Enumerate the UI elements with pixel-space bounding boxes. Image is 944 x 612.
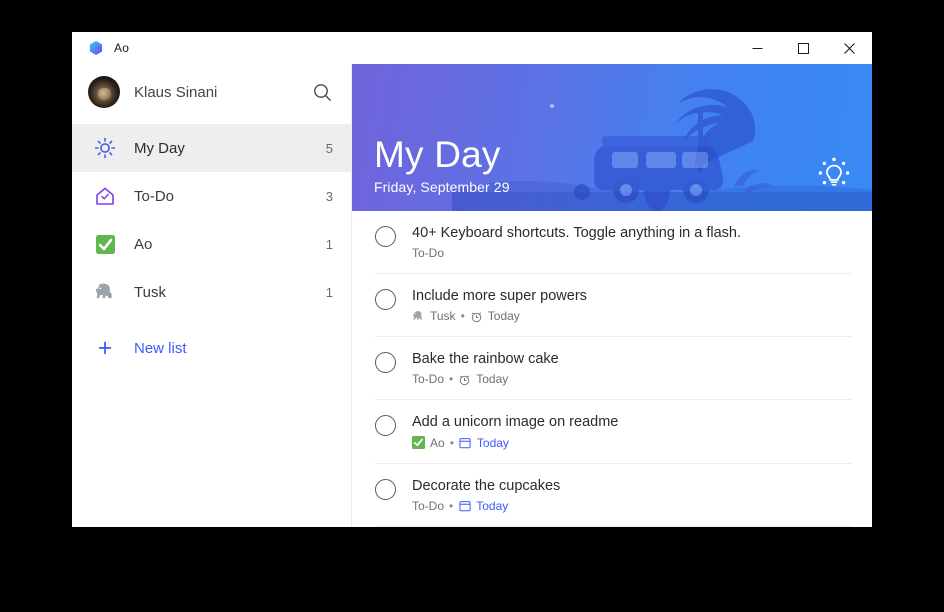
task-row[interactable]: Add a unicorn image on readme Ao • Today	[375, 400, 852, 464]
task-body: Add a unicorn image on readme Ao • Today	[412, 413, 622, 450]
circle-unchecked-icon[interactable]	[375, 415, 396, 437]
task-list-name: Ao	[430, 435, 445, 450]
close-button[interactable]	[826, 32, 872, 64]
beach-van-palm-illustration	[452, 89, 872, 211]
window-body: Klaus Sinani My Day 5 To-Do 3 Ao 1 Tusk …	[72, 64, 872, 527]
hexagon-logo-icon	[88, 40, 104, 56]
task-list-name: To-Do	[412, 246, 445, 261]
task-body: Include more super powers Tusk • Today	[412, 287, 591, 323]
house-check-icon	[92, 183, 118, 209]
task-date: Today	[476, 498, 509, 513]
avatar[interactable]	[88, 76, 120, 108]
sidebar-item-my-day[interactable]: My Day 5	[72, 124, 351, 172]
day-banner: My Day Friday, September 29	[352, 64, 872, 211]
alarm-clock-icon	[470, 310, 483, 323]
task-meta: Ao • Today	[412, 436, 618, 450]
profile-name: Klaus Sinani	[134, 83, 218, 101]
new-list-button[interactable]: + New list	[72, 324, 351, 372]
circle-unchecked-icon[interactable]	[375, 226, 396, 247]
task-list-name: To-Do	[412, 372, 445, 387]
circle-unchecked-icon[interactable]	[375, 478, 396, 500]
task-body: 40+ Keyboard shortcuts. Toggle anything …	[412, 224, 745, 260]
lightbulb-icon[interactable]	[817, 156, 851, 190]
meta-separator: •	[449, 435, 454, 450]
new-list-label: New list	[134, 339, 187, 357]
minimize-button[interactable]	[734, 32, 780, 64]
green-check-icon	[412, 436, 425, 449]
sidebar-item-count: 5	[325, 140, 333, 156]
task-body: Decorate the cupcakes To-Do • Today	[412, 477, 564, 513]
app-title: Ao	[114, 41, 130, 55]
circle-unchecked-icon[interactable]	[375, 352, 396, 374]
task-row[interactable]: Decorate the cupcakes To-Do • Today	[375, 464, 852, 527]
alarm-clock-icon	[458, 373, 471, 386]
sun-icon	[92, 135, 118, 161]
task-title: Include more super powers	[412, 288, 587, 305]
sidebar-item-count: 1	[325, 284, 333, 300]
task-title: Bake the rainbow cake	[412, 351, 559, 368]
page-title: My Day	[374, 134, 501, 176]
nav-list: My Day 5 To-Do 3 Ao 1 Tusk 1 + New list	[72, 120, 351, 372]
sidebar-item-ao[interactable]: Ao 1	[72, 220, 351, 268]
task-list: 40+ Keyboard shortcuts. Toggle anything …	[352, 211, 872, 527]
banner-date: Friday, September 29	[374, 179, 510, 195]
sidebar: Klaus Sinani My Day 5 To-Do 3 Ao 1 Tusk …	[72, 64, 352, 527]
task-meta: To-Do • Today	[412, 372, 559, 386]
sidebar-item-label: To-Do	[134, 187, 175, 205]
plus-icon: +	[97, 333, 113, 362]
task-row[interactable]: Bake the rainbow cake To-Do • Today	[375, 337, 852, 401]
task-list-name: To-Do	[412, 498, 445, 513]
task-date: Today	[487, 309, 520, 324]
green-check-icon	[92, 231, 118, 257]
task-title: Add a unicorn image on readme	[412, 414, 619, 431]
task-title: 40+ Keyboard shortcuts. Toggle anything …	[412, 225, 742, 241]
task-row[interactable]: Include more super powers Tusk • Today	[375, 274, 852, 338]
sidebar-item-label: Tusk	[134, 283, 166, 301]
meta-separator: •	[460, 309, 465, 324]
circle-unchecked-icon[interactable]	[375, 289, 396, 311]
search-icon[interactable]	[309, 79, 335, 105]
main-panel: My Day Friday, September 29 40+ Keyboard…	[352, 64, 872, 527]
title-bar: Ao	[72, 32, 872, 64]
task-row[interactable]: 40+ Keyboard shortcuts. Toggle anything …	[375, 211, 852, 275]
app-window: Ao Klaus Sinani My Day 5 To-Do 3 Ao 1 Tu…	[72, 32, 872, 527]
elephant-icon	[92, 279, 118, 305]
sidebar-item-count: 1	[325, 236, 333, 252]
task-title: Decorate the cupcakes	[412, 477, 561, 494]
elephant-icon	[412, 310, 425, 323]
task-meta: To-Do • Today	[412, 499, 560, 513]
meta-separator: •	[449, 372, 454, 387]
task-date: Today	[476, 435, 509, 450]
profile-row[interactable]: Klaus Sinani	[72, 64, 351, 120]
task-meta: Tusk • Today	[412, 309, 587, 323]
sidebar-item-label: My Day	[134, 139, 185, 157]
task-meta: To-Do	[412, 246, 741, 260]
task-date: Today	[476, 372, 509, 387]
task-body: Bake the rainbow cake To-Do • Today	[412, 350, 563, 386]
task-list-name: Tusk	[430, 309, 456, 324]
sidebar-item-to-do[interactable]: To-Do 3	[72, 172, 351, 220]
meta-separator: •	[449, 498, 454, 513]
banner-text-block: My Day Friday, September 29	[374, 134, 510, 195]
sidebar-item-tusk[interactable]: Tusk 1	[72, 268, 351, 316]
maximize-button[interactable]	[780, 32, 826, 64]
sidebar-item-label: Ao	[134, 235, 153, 253]
sidebar-item-count: 3	[325, 188, 333, 204]
calendar-icon	[459, 436, 472, 449]
calendar-icon	[458, 499, 471, 512]
